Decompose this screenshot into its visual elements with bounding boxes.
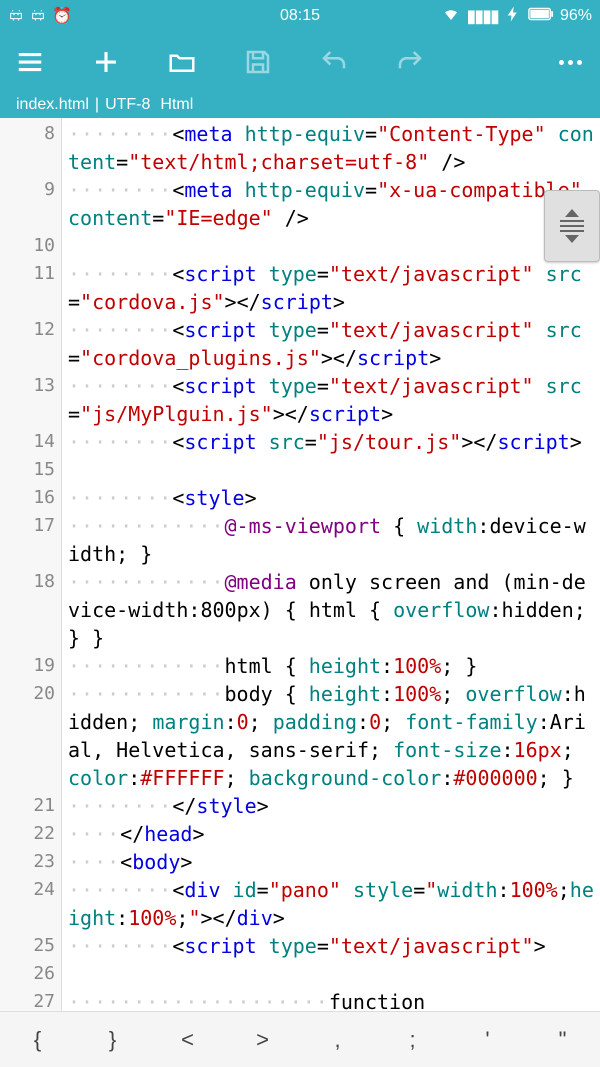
symbol-key[interactable]: ;: [380, 1027, 446, 1053]
line-number: 9: [0, 176, 55, 232]
line-number: 24: [0, 876, 55, 932]
symbol-bar: {} < >,; ' ": [0, 1011, 600, 1067]
new-file-button[interactable]: [88, 44, 124, 80]
separator: |: [95, 96, 99, 114]
undo-button[interactable]: [316, 44, 352, 80]
line-number: 13: [0, 372, 55, 428]
alarm-icon: ⏰: [52, 6, 72, 26]
code-line[interactable]: ············@-ms-viewport { width:device…: [68, 512, 594, 568]
status-bar: ⏰ 08:15 ▮▮▮▮ 96%: [0, 0, 600, 32]
line-number: 25: [0, 932, 55, 960]
code-line[interactable]: [68, 960, 594, 988]
code-line[interactable]: ········<meta http-equiv="x-ua-compatibl…: [68, 176, 594, 232]
menu-button[interactable]: [12, 44, 48, 80]
status-right: ▮▮▮▮ 96%: [442, 5, 592, 28]
scroll-down-icon: [565, 235, 579, 243]
signal-icon: ▮▮▮▮: [466, 6, 498, 27]
symbol-key[interactable]: {: [5, 1027, 71, 1053]
battery-icon: [528, 7, 554, 26]
line-number: 8: [0, 120, 55, 176]
file-encoding: UTF-8: [105, 96, 150, 114]
battery-pct: 96%: [560, 7, 592, 25]
bolt-icon: [504, 5, 522, 28]
line-number: 21: [0, 792, 55, 820]
status-time: 08:15: [280, 7, 320, 25]
code-line[interactable]: ········<script type="text/javascript">: [68, 932, 594, 960]
line-number: 27: [0, 988, 55, 1011]
symbol-key[interactable]: <: [155, 1027, 221, 1053]
line-gutter: 89101112131415161718192021222324252627: [0, 118, 62, 1011]
code-line[interactable]: ····</head>: [68, 820, 594, 848]
line-number: 16: [0, 484, 55, 512]
line-number: 14: [0, 428, 55, 456]
symbol-key[interactable]: >: [230, 1027, 296, 1053]
redo-button[interactable]: [392, 44, 428, 80]
line-number: 18: [0, 568, 55, 652]
code-line[interactable]: ········<div id="pano" style="width:100%…: [68, 876, 594, 932]
toolbar: [0, 32, 600, 92]
line-number: 15: [0, 456, 55, 484]
file-lang: Html: [160, 96, 193, 114]
code-line[interactable]: ····················function: [68, 988, 594, 1011]
code-area[interactable]: ········<meta http-equiv="Content-Type" …: [62, 118, 600, 1011]
code-line[interactable]: ········</style>: [68, 792, 594, 820]
line-number: 17: [0, 512, 55, 568]
code-line[interactable]: ········<script src="js/tour.js"></scrip…: [68, 428, 594, 456]
code-line[interactable]: ············html { height:100%; }: [68, 652, 594, 680]
file-info-bar[interactable]: index.html | UTF-8 Html: [0, 92, 600, 118]
more-menu-button[interactable]: [552, 44, 588, 80]
file-name: index.html: [16, 96, 89, 114]
scroll-handle[interactable]: [544, 190, 600, 262]
code-line[interactable]: ········<meta http-equiv="Content-Type" …: [68, 120, 594, 176]
save-button[interactable]: [240, 44, 276, 80]
line-number: 11: [0, 260, 55, 316]
open-file-button[interactable]: [164, 44, 200, 80]
line-number: 22: [0, 820, 55, 848]
editor[interactable]: 89101112131415161718192021222324252627 ·…: [0, 118, 600, 1011]
line-number: 23: [0, 848, 55, 876]
code-line[interactable]: ········<script type="text/javascript" s…: [68, 260, 594, 316]
code-line[interactable]: [68, 456, 594, 484]
code-line[interactable]: ········<script type="text/javascript" s…: [68, 316, 594, 372]
android-icon: [8, 8, 24, 24]
code-line[interactable]: ········<script type="text/javascript" s…: [68, 372, 594, 428]
symbol-key[interactable]: ': [455, 1027, 521, 1053]
line-number: 19: [0, 652, 55, 680]
code-line[interactable]: ········<style>: [68, 484, 594, 512]
line-number: 20: [0, 680, 55, 792]
wifi-icon: [442, 5, 460, 28]
line-number: 12: [0, 316, 55, 372]
code-line[interactable]: ············@media only screen and (min-…: [68, 568, 594, 652]
android-icon-2: [30, 8, 46, 24]
symbol-key[interactable]: ": [530, 1027, 596, 1053]
line-number: 26: [0, 960, 55, 988]
code-line[interactable]: ············body { height:100%; overflow…: [68, 680, 594, 792]
code-line[interactable]: ····<body>: [68, 848, 594, 876]
code-line[interactable]: [68, 232, 594, 260]
status-left: ⏰: [8, 6, 72, 26]
symbol-key[interactable]: }: [80, 1027, 146, 1053]
scroll-up-icon: [565, 209, 579, 217]
line-number: 10: [0, 232, 55, 260]
symbol-key[interactable]: ,: [305, 1027, 371, 1053]
